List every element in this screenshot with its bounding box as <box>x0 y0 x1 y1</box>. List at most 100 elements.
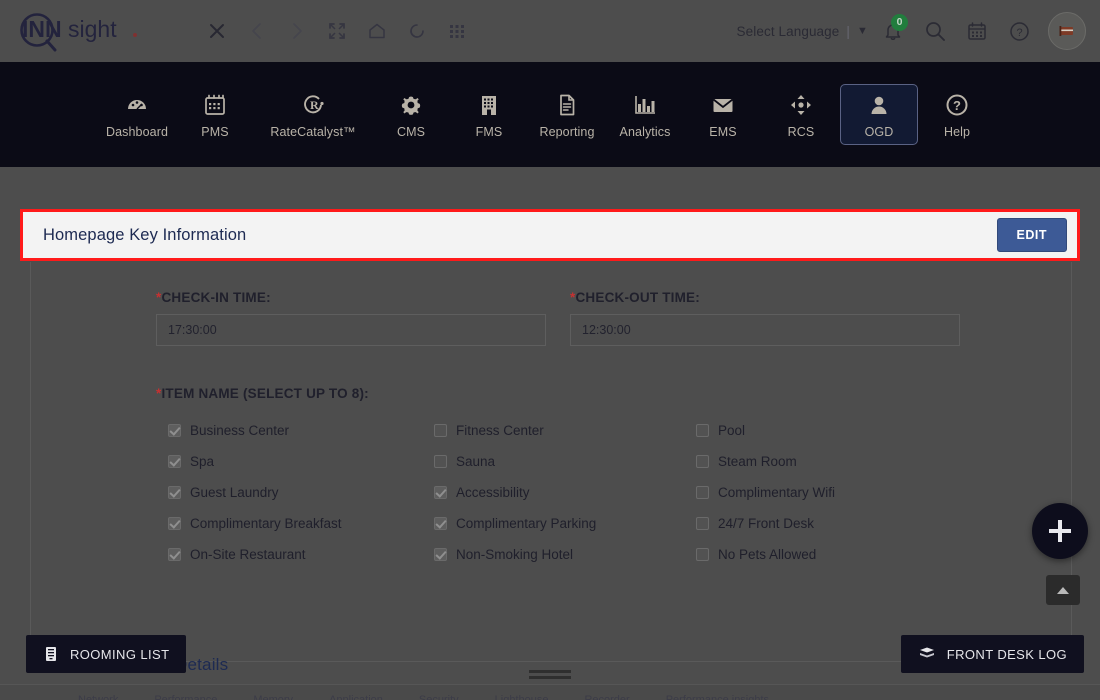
checkbox-input[interactable] <box>696 517 709 530</box>
checkbox-input[interactable] <box>696 486 709 499</box>
checkbox-input[interactable] <box>434 517 447 530</box>
main-navigation: Dashboard PMS R RateCatalyst™ CMS FMS Re… <box>0 62 1100 167</box>
checkbox-row[interactable]: Sauna <box>434 454 696 469</box>
devtools-tab[interactable]: Security <box>419 694 459 700</box>
check-in-label: *CHECK-IN TIME: <box>156 290 546 305</box>
nav-label: Help <box>943 125 971 139</box>
add-fab-button[interactable] <box>1032 503 1088 559</box>
label-text: CHECK-OUT TIME: <box>575 290 700 305</box>
nav-label: Analytics <box>619 125 671 139</box>
nav-label: PMS <box>201 125 229 139</box>
search-icon[interactable] <box>916 12 954 50</box>
document-icon <box>560 94 575 116</box>
nav-item-analytics[interactable]: Analytics <box>606 84 684 145</box>
nav-item-reporting[interactable]: Reporting <box>528 84 606 145</box>
nav-item-fms[interactable]: FMS <box>450 84 528 145</box>
checkbox-input[interactable] <box>696 455 709 468</box>
checkbox-input[interactable] <box>168 486 181 499</box>
gear-icon <box>401 96 421 115</box>
nav-item-ogd[interactable]: OGD <box>840 84 918 145</box>
checkbox-row[interactable]: Accessibility <box>434 485 696 500</box>
checkbox-input[interactable] <box>696 424 709 437</box>
innsight-logo[interactable]: INN sight <box>16 10 156 52</box>
chevron-down-icon[interactable]: ▼ <box>857 25 868 37</box>
bell-icon[interactable]: 0 <box>874 12 912 50</box>
check-out-input[interactable]: 12:30:00 <box>570 314 960 346</box>
panel-header: Homepage Key Information EDIT <box>23 212 1077 258</box>
refresh-icon[interactable] <box>400 14 434 48</box>
check-in-input[interactable]: 17:30:00 <box>156 314 546 346</box>
checkbox-label: No Pets Allowed <box>718 547 817 562</box>
checkbox-row[interactable]: Business Center <box>168 423 434 438</box>
apps-grid-icon[interactable] <box>440 14 474 48</box>
checkbox-label: Guest Laundry <box>190 485 279 500</box>
nav-label: Dashboard <box>105 125 169 139</box>
envelope-icon <box>712 98 734 112</box>
checkbox-row[interactable]: On-Site Restaurant <box>168 547 434 562</box>
checkbox-row[interactable]: Non-Smoking Hotel <box>434 547 696 562</box>
checkbox-row[interactable]: Spa <box>168 454 434 469</box>
close-icon[interactable] <box>200 14 234 48</box>
nav-item-ems[interactable]: EMS <box>684 84 762 145</box>
checkbox-row[interactable]: 24/7 Front Desk <box>696 516 956 531</box>
front-desk-log-label: FRONT DESK LOG <box>946 646 1067 662</box>
nav-label: RCS <box>787 125 815 139</box>
panel-resize-handle[interactable] <box>0 664 1100 684</box>
avatar[interactable] <box>1048 12 1086 50</box>
devtools-tab[interactable]: Recorder <box>584 694 629 700</box>
fullscreen-icon[interactable] <box>320 14 354 48</box>
checkbox-input[interactable] <box>434 455 447 468</box>
checkbox-row[interactable]: No Pets Allowed <box>696 547 956 562</box>
back-icon[interactable] <box>240 14 274 48</box>
checkbox-input[interactable] <box>168 424 181 437</box>
checkbox-row[interactable]: Fitness Center <box>434 423 696 438</box>
checkbox-row[interactable]: Complimentary Breakfast <box>168 516 434 531</box>
book-icon <box>919 647 934 658</box>
devtools-tab[interactable]: Lighthouse <box>495 694 549 700</box>
checkbox-input[interactable] <box>434 486 447 499</box>
form-card: *CHECK-IN TIME: 17:30:00 *CHECK-OUT TIME… <box>30 262 1072 662</box>
amenities-checkbox-grid: Business Center Fitness Center Pool Spa … <box>156 423 1071 562</box>
checkbox-input[interactable] <box>696 548 709 561</box>
nav-item-pms[interactable]: PMS <box>176 84 254 145</box>
form-area: *CHECK-IN TIME: 17:30:00 *CHECK-OUT TIME… <box>31 262 1071 562</box>
checkbox-row[interactable]: Steam Room <box>696 454 956 469</box>
checkbox-label: Non-Smoking Hotel <box>456 547 574 562</box>
devtools-tab-strip: Network Performance Memory Application S… <box>0 684 1100 700</box>
nav-item-cms[interactable]: CMS <box>372 84 450 145</box>
devtools-tab[interactable]: Memory <box>253 694 293 700</box>
checkbox-label: Complimentary Parking <box>456 516 597 531</box>
checkbox-input[interactable] <box>434 424 447 437</box>
forward-icon[interactable] <box>280 14 314 48</box>
checkbox-row[interactable]: Guest Laundry <box>168 485 434 500</box>
rooming-list-icon <box>46 647 56 661</box>
calendar-icon <box>205 94 225 115</box>
calendar-icon[interactable] <box>958 12 996 50</box>
svg-text:?: ? <box>953 98 961 113</box>
edit-button[interactable]: EDIT <box>996 218 1067 252</box>
checkbox-input[interactable] <box>168 548 181 561</box>
nav-item-rcs[interactable]: RCS <box>762 84 840 145</box>
checkbox-input[interactable] <box>434 548 447 561</box>
nav-label: FMS <box>475 125 503 139</box>
language-selector[interactable]: Select Language | ▼ <box>737 24 868 39</box>
nav-item-help[interactable]: ? Help <box>918 84 996 145</box>
scroll-to-top-button[interactable] <box>1046 575 1080 605</box>
checkbox-row[interactable]: Pool <box>696 423 956 438</box>
devtools-tab[interactable]: Performance <box>154 694 217 700</box>
devtools-tab[interactable]: Performance insights <box>666 694 769 700</box>
checkbox-label: Complimentary Wifi <box>718 485 836 500</box>
devtools-tab[interactable]: Network <box>78 694 118 700</box>
nav-label: RateCatalyst™ <box>270 125 356 139</box>
home-icon[interactable] <box>360 14 394 48</box>
checkbox-input[interactable] <box>168 517 181 530</box>
help-circle-icon[interactable]: ? <box>1000 12 1038 50</box>
svg-text:R: R <box>310 98 319 112</box>
devtools-tab[interactable]: Application <box>329 694 383 700</box>
checkbox-row[interactable]: Complimentary Wifi <box>696 485 956 500</box>
nav-item-dashboard[interactable]: Dashboard <box>98 84 176 145</box>
move-arrows-icon <box>791 95 811 115</box>
nav-item-ratecatalyst[interactable]: R RateCatalyst™ <box>254 84 372 145</box>
checkbox-row[interactable]: Complimentary Parking <box>434 516 696 531</box>
checkbox-input[interactable] <box>168 455 181 468</box>
